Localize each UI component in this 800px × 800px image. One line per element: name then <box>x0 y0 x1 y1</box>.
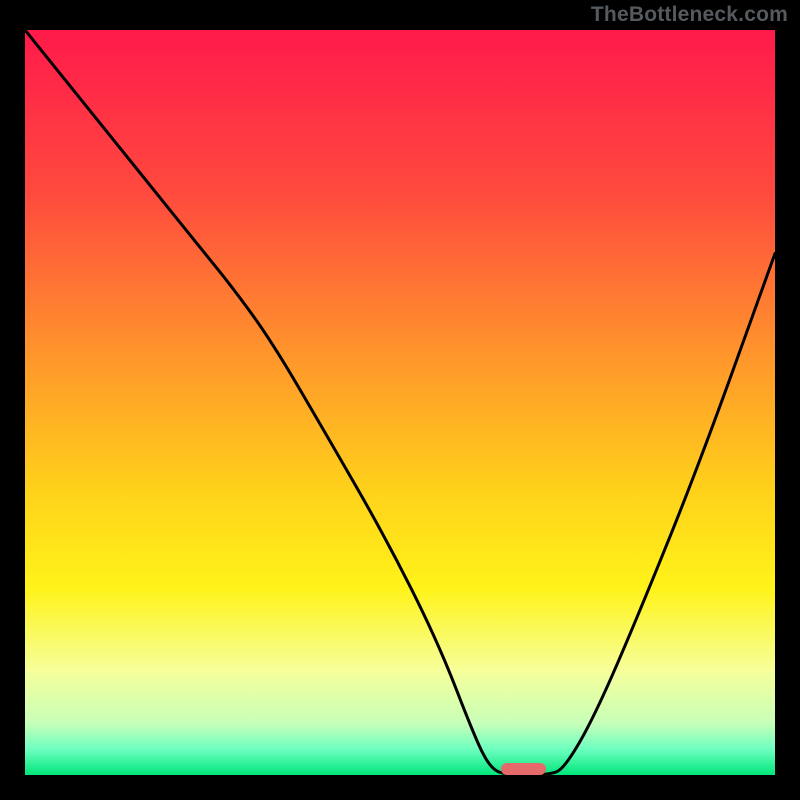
watermark-text: TheBottleneck.com <box>591 3 788 27</box>
bottleneck-curve <box>25 30 775 775</box>
plot-area <box>25 30 775 775</box>
chart-frame: TheBottleneck.com <box>0 0 800 800</box>
optimal-range-marker <box>501 763 546 775</box>
